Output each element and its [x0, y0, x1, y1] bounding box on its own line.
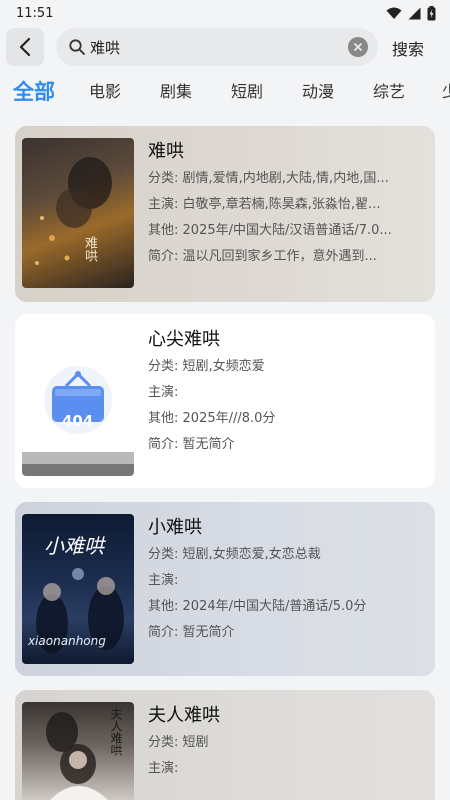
status-bar: 11:51: [0, 0, 450, 26]
signal-icon: [408, 7, 421, 19]
result-card[interactable]: 小难哄 xiaonanhong 小难哄 分类: 短剧,女频恋爱,女恋总裁 主演:…: [15, 502, 435, 676]
clear-search-button[interactable]: [348, 37, 368, 57]
intro-value: 暂无简介: [182, 437, 235, 452]
result-other: 其他: 2025年/中国大陆/汉语普通话/7.0...: [148, 218, 428, 244]
tab-all[interactable]: 全部: [13, 74, 55, 110]
category-label: 分类:: [148, 547, 179, 562]
cast-label: 主演:: [148, 761, 179, 776]
cast-label: 主演:: [148, 573, 179, 588]
result-cast: 主演:: [148, 756, 428, 782]
poster-image: 小难哄 xiaonanhong: [22, 514, 134, 664]
result-category: 分类: 短剧: [148, 730, 428, 756]
category-label: 分类:: [148, 735, 179, 750]
status-time: 11:51: [16, 5, 54, 21]
tab-anime[interactable]: 动漫: [302, 74, 334, 110]
result-cast: 主演: 白敬亭,章若楠,陈昊森,张淼怡,翟...: [148, 192, 428, 218]
other-label: 其他:: [148, 599, 179, 614]
search-box[interactable]: [56, 28, 378, 66]
close-icon: [354, 43, 362, 51]
cast-label: 主演:: [148, 385, 179, 400]
poster-image: 难哄: [22, 138, 134, 288]
result-intro: 简介: 暂无简介: [148, 432, 428, 458]
other-value: 2024年/中国大陆/普通话/5.0分: [182, 599, 367, 614]
tab-variety[interactable]: 综艺: [373, 74, 405, 110]
result-card[interactable]: 难哄 难哄 分类: 剧情,爱情,内地剧,大陆,情,内地,国... 主演: 白敬亭…: [15, 126, 435, 302]
image-not-found-icon: [22, 366, 134, 476]
poster-title: 夫人难哄: [109, 708, 123, 756]
result-info: 难哄 分类: 剧情,爱情,内地剧,大陆,情,内地,国... 主演: 白敬亭,章若…: [148, 138, 428, 270]
result-category: 分类: 短剧,女频恋爱: [148, 354, 428, 380]
category-value: 剧情,爱情,内地剧,大陆,情,内地,国...: [182, 171, 389, 186]
search-button[interactable]: 搜索: [392, 36, 424, 60]
tab-short-drama[interactable]: 短剧: [231, 74, 263, 110]
search-input[interactable]: [90, 32, 348, 62]
poster-placeholder: 404: [22, 326, 134, 476]
result-title: 难哄: [148, 141, 184, 162]
tab-series[interactable]: 剧集: [160, 74, 192, 110]
result-cast: 主演:: [148, 380, 428, 406]
result-info: 小难哄 分类: 短剧,女频恋爱,女恋总裁 主演: 其他: 2024年/中国大陆/…: [148, 514, 428, 646]
intro-label: 简介:: [148, 437, 179, 452]
intro-label: 简介:: [148, 625, 179, 640]
poster-title: 小难哄: [44, 534, 104, 558]
other-value: 2025年///8.0分: [182, 411, 276, 426]
search-row: 搜索: [0, 26, 450, 70]
poster-art: [35, 157, 112, 265]
search-icon: [69, 39, 85, 55]
intro-value: 温以凡回到家乡工作，意外遇到...: [182, 249, 377, 264]
intro-label: 简介:: [148, 249, 179, 264]
result-category: 分类: 短剧,女频恋爱,女恋总裁: [148, 542, 428, 568]
other-label: 其他:: [148, 223, 179, 238]
result-card[interactable]: 夫人难哄 夫人难哄 分类: 短剧 主演:: [15, 690, 435, 800]
cast-label: 主演:: [148, 197, 179, 212]
result-intro: 简介: 温以凡回到家乡工作，意外遇到...: [148, 244, 428, 270]
result-card[interactable]: 404 心尖难哄 分类: 短剧,女频恋爱 主演: 其他: 2025年///8.0…: [15, 314, 435, 488]
category-tabs: 全部 电影 剧集 短剧 动漫 综艺 少: [0, 74, 450, 112]
wifi-icon: [386, 7, 402, 19]
result-other: 其他: 2024年/中国大陆/普通话/5.0分: [148, 594, 428, 620]
category-value: 短剧,女频恋爱: [182, 359, 265, 374]
result-other: 其他: 2025年///8.0分: [148, 406, 428, 432]
poster-title: 难哄: [82, 236, 97, 262]
poster-image: 夫人难哄: [22, 702, 134, 800]
result-title: 小难哄: [148, 517, 202, 538]
other-label: 其他:: [148, 411, 179, 426]
result-intro: 简介: 暂无简介: [148, 620, 428, 646]
category-value: 短剧: [182, 735, 209, 750]
tab-more[interactable]: 少: [442, 74, 450, 110]
other-value: 2025年/中国大陆/汉语普通话/7.0...: [182, 223, 392, 238]
back-arrow-icon: [19, 37, 31, 57]
tab-movie[interactable]: 电影: [89, 74, 121, 110]
poster-subtitle: xiaonanhong: [28, 634, 106, 648]
category-value: 短剧,女频恋爱,女恋总裁: [182, 547, 321, 562]
result-info: 夫人难哄 分类: 短剧 主演:: [148, 702, 428, 782]
back-button[interactable]: [6, 28, 44, 66]
status-icons: [386, 5, 436, 21]
error-code: 404: [62, 412, 94, 430]
category-label: 分类:: [148, 171, 179, 186]
result-info: 心尖难哄 分类: 短剧,女频恋爱 主演: 其他: 2025年///8.0分 简介…: [148, 326, 428, 458]
result-cast: 主演:: [148, 568, 428, 594]
result-title: 心尖难哄: [148, 329, 220, 350]
category-label: 分类:: [148, 359, 179, 374]
cast-value: 白敬亭,章若楠,陈昊森,张淼怡,翟...: [182, 197, 381, 212]
battery-icon: [427, 5, 436, 20]
result-category: 分类: 剧情,爱情,内地剧,大陆,情,内地,国...: [148, 166, 428, 192]
result-title: 夫人难哄: [148, 705, 220, 726]
intro-value: 暂无简介: [182, 625, 235, 640]
